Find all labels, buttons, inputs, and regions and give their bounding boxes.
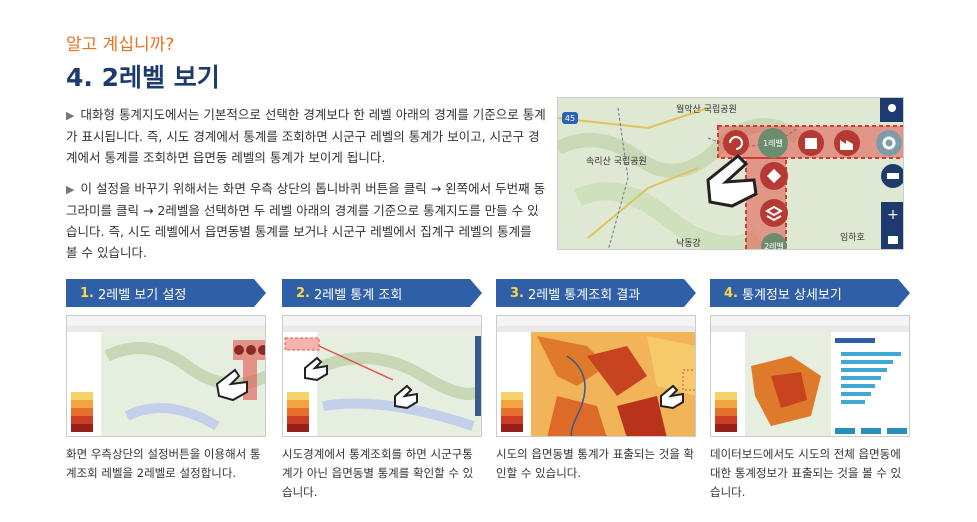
refresh-icon[interactable] [723, 130, 749, 156]
main-map-screenshot: 45 월악산 국립공원 속리산 국립공원 낙동강 임하호 1레벨 2레벨 + [557, 97, 904, 250]
page-title: 4. 2레벨 보기 [66, 63, 220, 92]
thumb-4-canvas [711, 316, 909, 436]
step-3-screenshot [496, 315, 696, 437]
bullet-arrow-icon: ▶ [66, 109, 75, 122]
step-label: 2레벨 통계 조회 [313, 287, 403, 303]
main-map-canvas: 45 월악산 국립공원 속리산 국립공원 낙동강 임하호 1레벨 2레벨 + [558, 98, 904, 250]
step-2-caption: 시도경계에서 통계조회를 하면 시군구통계가 아닌 읍면동별 통계를 확인할 수… [282, 447, 474, 499]
factory-icon[interactable] [834, 130, 860, 156]
map-label-park2: 속리산 국립공원 [586, 156, 647, 167]
map-label-town1: 낙동강 [676, 238, 701, 249]
intro-paragraph-1: ▶ 대화형 통계지도에서는 기본적으로 선택한 경계보다 한 레벨 아래의 경계를… [66, 104, 546, 168]
step-number: 2. [296, 285, 310, 301]
step-3-caption: 시도의 읍면동별 통계가 표출되는 것을 확인할 수 있습니다. [496, 447, 695, 480]
level-button-2-label: 2레벨 [764, 241, 784, 250]
step-1-screenshot [66, 315, 266, 437]
step-banner-4: 4. 통계정보 상세보기 [710, 279, 910, 307]
step-number: 1. [80, 285, 94, 301]
step-banner-3: 3. 2레벨 통계조회 결과 [496, 279, 696, 307]
step-banner-1: 1. 2레벨 보기 설정 [66, 279, 266, 307]
step-label: 2레벨 보기 설정 [97, 287, 187, 303]
road-number: 45 [565, 114, 575, 123]
bullet-arrow-icon: ▶ [66, 183, 75, 196]
level-button[interactable]: 1레벨 [758, 128, 788, 158]
pin-icon[interactable] [880, 98, 904, 122]
layer-toggle-icon[interactable] [881, 164, 904, 188]
step-banner-2: 2. 2레벨 통계 조회 [282, 279, 482, 307]
lock-icon[interactable] [881, 226, 904, 250]
level-button-label: 1레벨 [763, 138, 783, 148]
gear-icon[interactable] [876, 130, 902, 156]
intro-paragraph-2: ▶ 이 설정을 바꾸기 위해서는 화면 우측 상단의 톱니바퀴 버튼을 클릭 → … [66, 178, 546, 263]
thumb-3-canvas [497, 316, 695, 436]
step-number: 4. [724, 285, 738, 301]
eyebrow-text: 알고 계십니까? [66, 35, 175, 55]
building-icon[interactable] [798, 130, 824, 156]
diamond-icon[interactable] [760, 162, 788, 190]
step-1-caption: 화면 우측상단의 설정버튼을 이용해서 통계조회 레벨을 2레벨로 설정합니다. [66, 447, 261, 480]
step-number: 3. [510, 285, 524, 301]
step-2-screenshot [282, 315, 482, 437]
thumb-2-canvas [283, 316, 481, 436]
intro-text-1: 대화형 통계지도에서는 기본적으로 선택한 경계보다 한 레벨 아래의 경계를 … [66, 107, 546, 165]
thumb-1-canvas [67, 316, 265, 436]
map-label-town2: 임하호 [840, 231, 865, 243]
step-label: 통계정보 상세보기 [741, 287, 842, 303]
step-label: 2레벨 통계조회 결과 [527, 287, 641, 303]
step-4-caption: 데이터보드에서도 시도의 전체 읍면동에 대한 통계정보가 표출되는 것을 볼 … [710, 447, 902, 499]
layers-icon[interactable] [760, 199, 788, 227]
map-label-park1: 월악산 국립공원 [676, 103, 737, 115]
step-4-screenshot [710, 315, 910, 437]
road-sign-icon: 45 [562, 112, 578, 124]
intro-text-2: 이 설정을 바꾸기 위해서는 화면 우측 상단의 톱니바퀴 버튼을 클릭 → 왼… [66, 181, 546, 260]
zoom-in-icon[interactable]: + [881, 202, 904, 226]
svg-text:+: + [887, 207, 899, 223]
